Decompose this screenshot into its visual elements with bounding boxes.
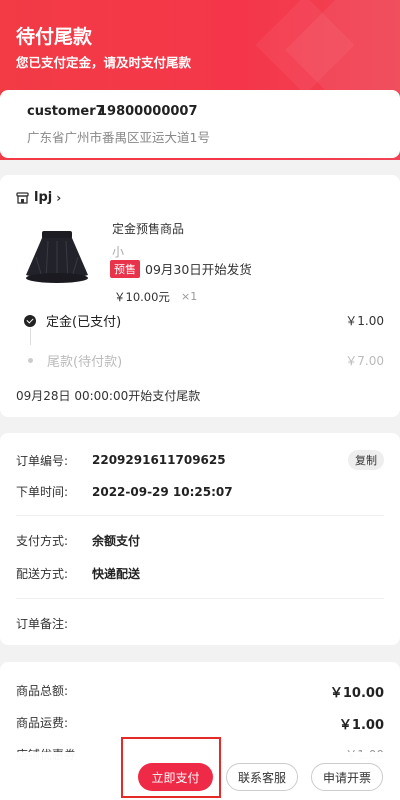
product-spec: 小 (112, 245, 125, 259)
shop-link[interactable]: lpj › (16, 190, 61, 205)
note-row: 订单备注: (16, 615, 384, 632)
order-number-label: 订单编号: (16, 453, 69, 468)
deposit-step: 定金(已支付) ￥1.00 (24, 311, 384, 330)
delivery-row: 配送方式: 快递配送 (16, 565, 384, 582)
check-circle-icon (24, 314, 36, 327)
presale-badge: 预售 (110, 259, 140, 278)
deposit-label: 定金(已支付) (46, 315, 122, 330)
balance-step: 尾款(待付款) ￥7.00 (24, 351, 384, 370)
order-info-card: 订单编号: 2209291611709625 复制 下单时间: 2022-09-… (0, 433, 400, 645)
note-label: 订单备注: (16, 617, 69, 631)
pay-method: 余额支付 (92, 534, 141, 548)
order-number-row: 订单编号: 2209291611709625 复制 (16, 450, 384, 470)
pending-dot-icon (28, 358, 33, 363)
shipping-fee: ￥1.00 (338, 718, 384, 733)
order-time-label: 下单时间: (16, 485, 69, 499)
shop-name: lpj (34, 190, 53, 205)
recipient-phone: 19800000007 (98, 104, 198, 119)
address-card[interactable]: customer7 19800000007 广东省广州市番禺区亚运大道1号 (0, 90, 400, 158)
shipping-row: 商品运费: ￥1.00 (16, 714, 384, 733)
status-subtitle: 您已支付定金，请及时支付尾款 (16, 55, 192, 70)
chevron-right-icon: › (56, 190, 62, 205)
order-time: 2022-09-29 10:25:07 (92, 484, 233, 499)
ship-date: 09月30日开始发货 (145, 262, 252, 277)
goods-total: ￥10.00 (329, 686, 384, 701)
delivery-label: 配送方式: (16, 567, 69, 581)
deposit-amount: ￥1.00 (345, 314, 384, 328)
product-image[interactable] (18, 217, 96, 295)
pay-now-button[interactable]: 立即支付 (138, 763, 213, 791)
order-number: 2209291611709625 (92, 453, 226, 467)
step-connector (30, 328, 31, 345)
balance-pay-start: 09月28日 00:00:00开始支付尾款 (16, 389, 201, 403)
order-time-row: 下单时间: 2022-09-29 10:25:07 (16, 483, 384, 500)
pay-method-row: 支付方式: 余额支付 (16, 532, 384, 549)
copy-button[interactable]: 复制 (348, 450, 384, 470)
balance-label: 尾款(待付款) (47, 355, 123, 370)
pay-method-label: 支付方式: (16, 534, 69, 548)
shipping-label: 商品运费: (16, 716, 69, 730)
balance-amount: ￥7.00 (345, 354, 384, 368)
goods-total-row: 商品总额: ￥10.00 (16, 682, 384, 701)
recipient-name: customer7 (27, 104, 105, 119)
divider (16, 515, 384, 516)
request-invoice-button[interactable]: 申请开票 (311, 763, 383, 791)
page-title: 待付尾款 (16, 26, 93, 48)
store-icon (16, 191, 29, 204)
product-card: lpj › 定金预售商品 小 预售 09月30日开始发货 ￥10.00元 ×1 … (0, 175, 400, 417)
contact-service-button[interactable]: 联系客服 (226, 763, 298, 791)
address-detail: 广东省广州市番禺区亚运大道1号 (27, 130, 210, 145)
product-name: 定金预售商品 (112, 222, 185, 236)
goods-total-label: 商品总额: (16, 684, 69, 698)
product-quantity: ×1 (181, 290, 198, 303)
product-price: ￥10.00元 (114, 290, 170, 304)
action-bar: 立即支付 联系客服 申请开票 (0, 752, 400, 800)
divider (16, 598, 384, 599)
delivery-method: 快递配送 (92, 567, 141, 581)
presale-info: 预售 09月30日开始发货 (110, 259, 252, 278)
